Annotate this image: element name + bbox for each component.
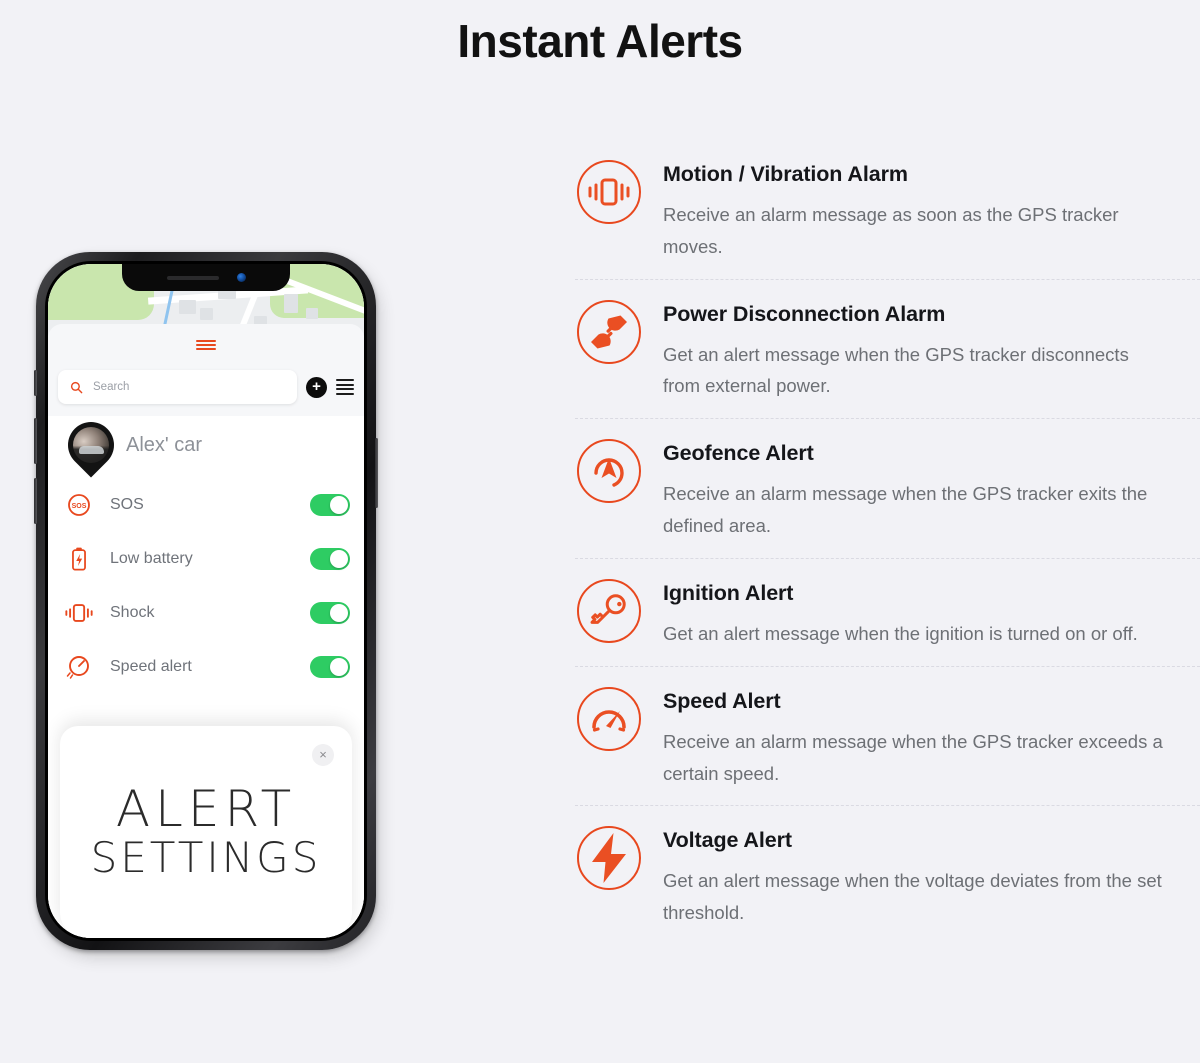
low-battery-icon — [64, 544, 94, 574]
device-header[interactable]: Alex' car — [48, 412, 364, 480]
feature-description: Receive an alarm message when the GPS tr… — [663, 730, 1163, 784]
phone-silent-switch — [34, 370, 37, 396]
map-building — [306, 308, 318, 319]
feature-list: Motion / Vibration Alarm Receive an alar… — [575, 146, 1200, 945]
svg-text:SOS: SOS — [72, 503, 87, 510]
search-placeholder: Search — [93, 381, 130, 393]
feature-item: Speed Alert Receive an alarm message whe… — [575, 665, 1200, 806]
close-icon[interactable]: × — [312, 744, 334, 766]
feature-item: Voltage Alert Get an alert message when … — [575, 805, 1200, 945]
feature-item: Motion / Vibration Alarm Receive an alar… — [575, 146, 1200, 279]
alert-row-sos[interactable]: SOS SOS — [48, 478, 364, 532]
page-title: Instant Alerts — [457, 15, 743, 67]
alert-row-shock[interactable]: Shock — [48, 586, 364, 640]
alert-toggle[interactable] — [310, 656, 350, 678]
alert-label: Low battery — [110, 550, 193, 567]
phone-bezel: Search + Alex' car SOS SOS Low battery S… — [45, 261, 367, 941]
instant-alerts-page: Instant Alerts Search + Alex' car SOS SO… — [0, 0, 1200, 1063]
key-ignition-icon — [575, 577, 643, 645]
alert-toggle[interactable] — [310, 548, 350, 570]
map-building — [284, 294, 298, 313]
phone-screen: Search + Alex' car SOS SOS Low battery S… — [48, 264, 364, 938]
search-row: Search + — [58, 370, 354, 404]
map-building — [179, 300, 196, 314]
feature-description: Get an alert message when the voltage de… — [663, 870, 1162, 924]
phone-notch — [122, 264, 290, 291]
feature-item: Geofence Alert Receive an alarm message … — [575, 418, 1200, 558]
phone-frame: Search + Alex' car SOS SOS Low battery S… — [34, 252, 378, 950]
alert-label: SOS — [110, 496, 144, 513]
hamburger-menu-icon[interactable] — [336, 379, 354, 395]
search-icon — [70, 381, 83, 393]
lightning-bolt-icon — [575, 824, 643, 892]
map-pin-avatar — [58, 412, 124, 480]
feature-title: Power Disconnection Alarm — [663, 301, 946, 326]
phone-volume-down-button — [34, 478, 37, 524]
front-camera-icon — [236, 273, 246, 282]
vibration-icon — [575, 158, 643, 226]
alert-settings-title-line1: ALERT — [115, 780, 297, 838]
feature-title: Motion / Vibration Alarm — [663, 162, 908, 186]
alert-label: Speed alert — [110, 658, 192, 675]
power-plug-disconnected-icon — [575, 298, 643, 366]
geofence-navigation-icon — [575, 437, 643, 505]
phone-volume-up-button — [34, 418, 37, 464]
feature-item: Power Disconnection Alarm Get an alert m… — [575, 278, 1200, 419]
feature-title: Geofence Alert — [663, 441, 814, 466]
feature-text: Speed Alert Receive an alarm message whe… — [663, 685, 1200, 790]
sos-icon: SOS — [64, 490, 94, 520]
alert-settings-title-line2: SETTINGS — [90, 833, 322, 882]
alert-label: Shock — [110, 604, 155, 621]
shock-icon — [64, 598, 94, 628]
alert-toggle[interactable] — [310, 602, 350, 624]
feature-text: Ignition Alert Get an alert message when… — [663, 577, 1200, 650]
feature-text: Power Disconnection Alarm Get an alert m… — [663, 298, 1200, 403]
alert-row-speed-alert[interactable]: Speed alert — [48, 640, 364, 694]
feature-title: Speed Alert — [663, 688, 781, 713]
earpiece-speaker — [166, 275, 219, 280]
device-name: Alex' car — [126, 434, 203, 456]
add-device-button[interactable]: + — [306, 376, 327, 398]
phone-mockup: Search + Alex' car SOS SOS Low battery S… — [34, 252, 386, 962]
feature-description: Receive an alarm message when the GPS tr… — [663, 483, 1148, 537]
drag-handle-icon[interactable] — [196, 340, 216, 350]
feature-text: Geofence Alert Receive an alarm message … — [663, 437, 1200, 542]
feature-description: Get an alert message when the ignition i… — [663, 622, 1138, 644]
device-list: Alex' car SOS SOS Low battery Shock Spee… — [48, 412, 364, 938]
map-building — [200, 308, 213, 320]
speedometer-icon — [64, 652, 94, 682]
feature-description: Get an alert message when the GPS tracke… — [663, 343, 1129, 397]
search-input[interactable]: Search — [58, 370, 297, 404]
bottom-sheet: Search + Alex' car SOS SOS Low battery S… — [48, 324, 364, 938]
alert-toggle[interactable] — [310, 494, 350, 516]
phone-power-button — [375, 438, 378, 508]
alert-settings-title: ALERT SETTINGS — [60, 784, 352, 880]
feature-description: Receive an alarm message as soon as the … — [663, 204, 1119, 257]
alert-toggle-list: SOS SOS Low battery Shock Speed alert — [48, 478, 364, 694]
feature-title: Ignition Alert — [663, 580, 794, 605]
alert-settings-card: × ALERT SETTINGS — [60, 726, 352, 938]
alert-row-low-battery[interactable]: Low battery — [48, 532, 364, 586]
feature-text: Voltage Alert Get an alert message when … — [663, 824, 1200, 929]
feature-text: Motion / Vibration Alarm Receive an alar… — [663, 158, 1200, 263]
feature-item: Ignition Alert Get an alert message when… — [575, 557, 1200, 666]
speedometer-icon — [575, 685, 643, 753]
feature-title: Voltage Alert — [663, 828, 792, 853]
